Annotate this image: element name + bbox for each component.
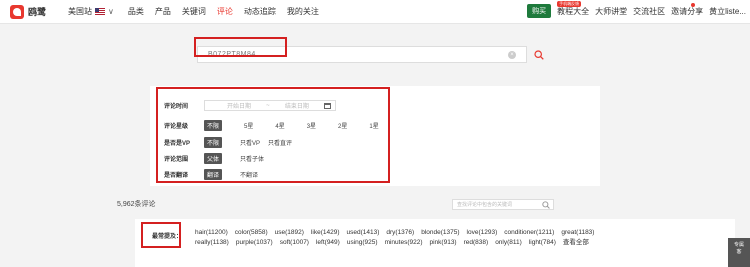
keyword-item[interactable]: hair(11200) (195, 228, 228, 237)
site-selector[interactable]: 美国站 ∨ (68, 6, 114, 17)
keyword-item[interactable]: conditioner(1211) (504, 228, 554, 237)
nav-review[interactable]: 评论 (217, 6, 233, 17)
keyword-item[interactable]: using(925) (347, 238, 378, 247)
top-nav: 鸥鹭 美国站 ∨ 品类 产品 关键词 评论 动态追踪 我的关注 购买 手机端反馈… (0, 0, 750, 24)
keyword-item[interactable]: great(1183) (561, 228, 594, 237)
logo[interactable]: 鸥鹭 (10, 4, 47, 19)
us-flag-icon (95, 8, 106, 15)
site-label: 美国站 (68, 7, 93, 16)
review-search-input[interactable]: 查找评论中包含的关键词 (452, 199, 554, 210)
tutorial-label: 教程大全 (557, 6, 590, 16)
keyword-item[interactable]: pink(913) (430, 238, 457, 247)
tutorial-link[interactable]: 手机端反馈 教程大全 (557, 0, 590, 17)
user-menu[interactable]: 黄立liste... (709, 6, 746, 17)
logo-icon (10, 4, 24, 19)
search-button[interactable] (530, 46, 547, 63)
keyword-item[interactable]: use(1892) (275, 228, 304, 237)
view-all-link[interactable]: 查看全部 (563, 238, 589, 247)
keyword-panel: 最常提及： hair(11200) color(5858) use(1892) … (135, 219, 735, 267)
master-class-link[interactable]: 大师讲堂 (595, 6, 627, 17)
notification-dot (691, 2, 696, 7)
side-tab-line-2: 客 (736, 249, 742, 255)
highlight-keywords-title (141, 222, 181, 248)
side-tab-line-1: 专属 (733, 242, 744, 248)
highlight-filters (156, 87, 390, 183)
keyword-item[interactable]: really(1138) (195, 238, 229, 247)
review-count: 5,962条评论 (117, 201, 156, 208)
nav-product[interactable]: 产品 (155, 6, 171, 17)
keyword-item[interactable]: love(1293) (467, 228, 498, 237)
keyword-item[interactable]: purple(1037) (236, 238, 273, 247)
keyword-item[interactable]: left(949) (316, 238, 340, 247)
search-icon[interactable] (542, 201, 550, 209)
review-search-placeholder: 查找评论中包含的关键词 (457, 202, 513, 208)
keyword-item[interactable]: only(811) (495, 238, 522, 247)
new-tag: 手机端反馈 (557, 0, 582, 7)
keyword-item[interactable]: color(5858) (235, 228, 268, 237)
keyword-item[interactable]: red(838) (464, 238, 489, 247)
community-link[interactable]: 交流社区 (633, 6, 665, 17)
invite-link[interactable]: 邀请分享 (671, 2, 704, 17)
nav-category[interactable]: 品类 (128, 6, 144, 17)
nav-keyword[interactable]: 关键词 (182, 6, 206, 17)
keyword-item[interactable]: soft(1007) (280, 238, 309, 247)
invite-label: 邀请分享 (671, 6, 704, 16)
clear-icon[interactable]: × (508, 51, 516, 59)
keyword-list: hair(11200) color(5858) use(1892) like(1… (195, 228, 595, 247)
keyword-item[interactable]: minutes(922) (385, 238, 423, 247)
chevron-down-icon: ∨ (108, 7, 114, 16)
right-tools: 购买 手机端反馈 教程大全 大师讲堂 交流社区 邀请分享 黄立liste... (527, 0, 746, 18)
side-tab[interactable]: 专属 客 (728, 238, 750, 267)
keyword-item[interactable]: used(1413) (346, 228, 379, 237)
search-icon (533, 49, 544, 60)
keyword-item[interactable]: light(784) (529, 238, 556, 247)
buy-button[interactable]: 购买 (527, 4, 552, 18)
nav-tracking[interactable]: 动态追踪 (244, 6, 276, 17)
main-nav: 品类 产品 关键词 评论 动态追踪 我的关注 (128, 6, 319, 17)
nav-following[interactable]: 我的关注 (287, 6, 319, 17)
keyword-item[interactable]: blonde(1375) (421, 228, 459, 237)
highlight-search (194, 37, 287, 57)
keyword-item[interactable]: like(1429) (311, 228, 340, 237)
logo-text: 鸥鹭 (28, 7, 47, 17)
keyword-item[interactable]: dry(1376) (386, 228, 414, 237)
